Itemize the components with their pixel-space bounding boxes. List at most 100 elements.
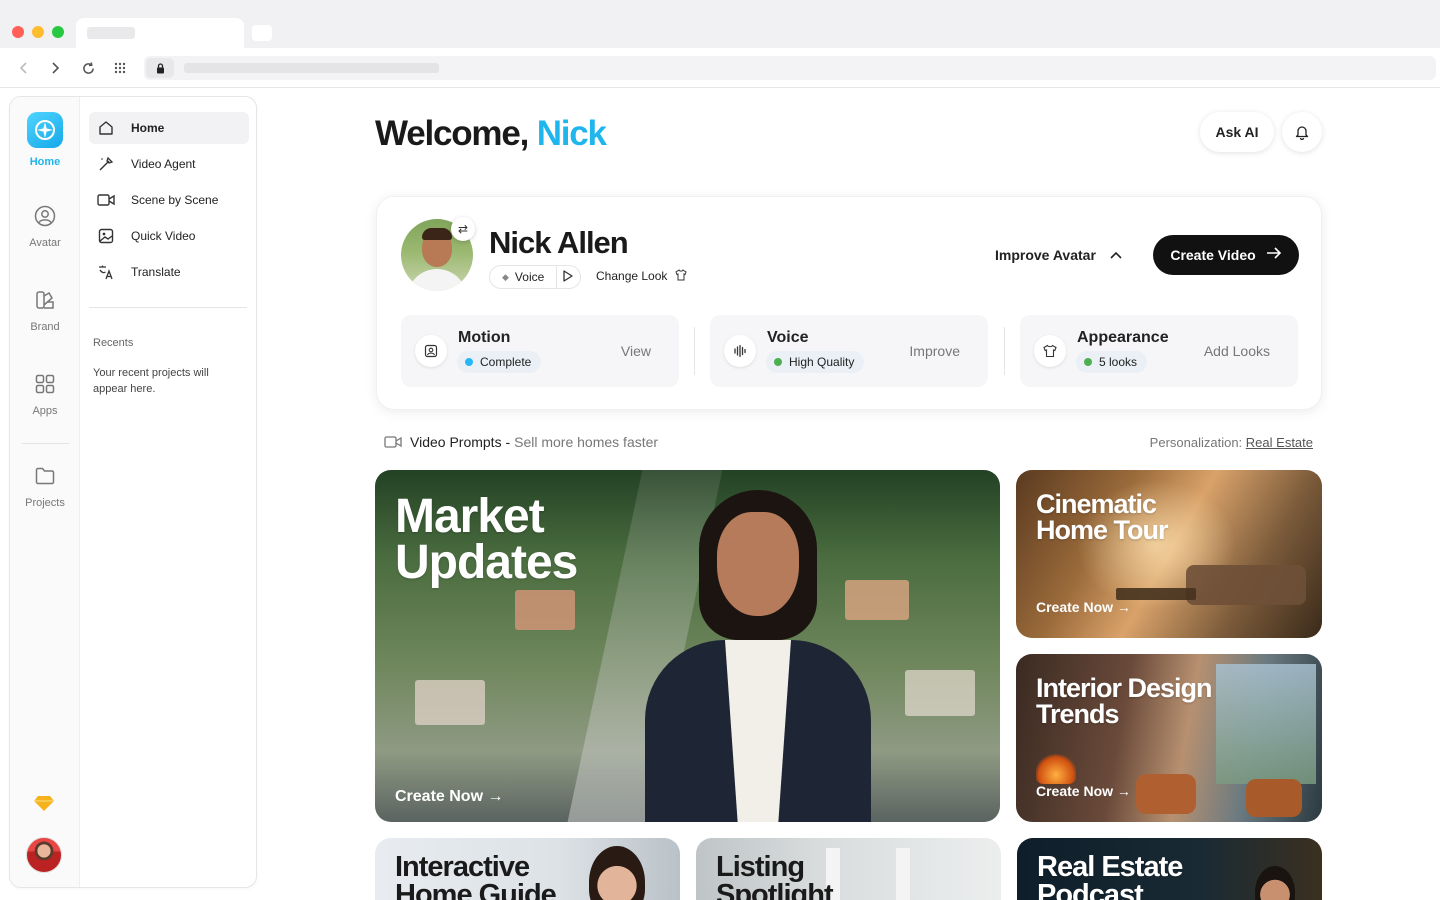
notifications-button[interactable] xyxy=(1282,112,1322,152)
stat-voice[interactable]: Voice High Quality Improve xyxy=(710,315,988,387)
play-icon[interactable] xyxy=(562,270,573,285)
tile-listing-spotlight[interactable]: Listing Spotlight xyxy=(696,838,1001,900)
rail-item-home[interactable]: Home xyxy=(10,112,80,168)
tile-title: Interior Design Trends xyxy=(1036,673,1213,729)
wand-icon xyxy=(97,155,115,173)
ask-ai-button[interactable]: Ask AI xyxy=(1200,112,1274,152)
maximize-window-button[interactable] xyxy=(52,26,64,38)
logo-icon xyxy=(27,112,63,148)
create-now-link[interactable]: Create Now → xyxy=(395,788,503,806)
audio-wave-icon xyxy=(724,335,756,367)
avatar-profile-card: ⇄ Nick Allen ◆ Voice Change Look Improve… xyxy=(376,196,1322,410)
swap-avatar-icon[interactable]: ⇄ xyxy=(451,217,475,241)
shirt-icon xyxy=(675,269,687,281)
stat-motion[interactable]: Motion Complete View xyxy=(401,315,679,387)
view-link[interactable]: View xyxy=(621,343,651,359)
video-camera-icon xyxy=(384,436,402,448)
menu-item-label: Video Agent xyxy=(131,157,196,171)
create-now-link[interactable]: Create Now → xyxy=(1036,599,1131,615)
rail-label: Apps xyxy=(32,405,58,417)
stat-divider xyxy=(694,327,695,375)
menu-item-label: Scene by Scene xyxy=(131,193,219,207)
voice-pill[interactable]: ◆ Voice xyxy=(489,265,581,289)
status-badge-text: Complete xyxy=(480,355,532,369)
rail-divider xyxy=(22,443,70,444)
apps-grid-icon[interactable] xyxy=(110,58,130,78)
add-looks-link[interactable]: Add Looks xyxy=(1204,343,1270,359)
icon-rail: Home Avatar Brand Apps Projects xyxy=(10,97,80,887)
bell-icon xyxy=(1295,126,1309,140)
reload-icon[interactable] xyxy=(78,58,98,78)
voice-label: Voice xyxy=(514,270,545,284)
tile-market-updates[interactable]: Market Updates Create Now → xyxy=(375,470,1000,822)
audio-wave-icon: ◆ xyxy=(502,271,509,282)
close-window-button[interactable] xyxy=(12,26,24,38)
welcome-prefix: Welcome, xyxy=(375,114,529,153)
app-window: Home Avatar Brand Apps Projects Home Vid… xyxy=(0,88,1440,900)
tile-title: Cinematic Home Tour xyxy=(1036,489,1168,545)
tile-title: Interactive Home Guide xyxy=(395,851,557,900)
personalization-link[interactable]: Real Estate xyxy=(1246,435,1313,450)
premium-gem-icon[interactable] xyxy=(34,795,54,811)
url-text xyxy=(184,63,439,73)
sidebar: Home Avatar Brand Apps Projects Home Vid… xyxy=(9,96,257,888)
create-video-button[interactable]: Create Video xyxy=(1153,235,1299,275)
tile-title: Real Estate Podcast xyxy=(1037,851,1183,900)
tile-interior-design-trends[interactable]: Interior Design Trends Create Now → xyxy=(1016,654,1322,822)
status-badge-text: High Quality xyxy=(789,355,855,369)
home-icon xyxy=(97,119,115,137)
menu-item-video-agent[interactable]: Video Agent xyxy=(89,148,249,180)
rail-item-avatar[interactable]: Avatar xyxy=(10,203,80,249)
create-now-link[interactable]: Create Now → xyxy=(1036,783,1131,799)
recents-empty-note: Your recent projects will appear here. xyxy=(93,367,209,395)
tile-interactive-home-guide[interactable]: Interactive Home Guide xyxy=(375,838,680,900)
image-icon xyxy=(97,227,115,245)
translate-icon xyxy=(97,263,115,281)
arrow-right-icon xyxy=(1266,246,1282,264)
menu-item-scene-by-scene[interactable]: Scene by Scene xyxy=(89,184,249,216)
welcome-name: Nick xyxy=(536,114,607,153)
improve-link[interactable]: Improve xyxy=(909,343,960,359)
menu-item-home[interactable]: Home xyxy=(89,112,249,144)
profile-name: Nick Allen xyxy=(489,225,629,260)
status-badge: Complete xyxy=(457,351,542,373)
recents-title: Recents xyxy=(93,337,134,349)
menu-item-translate[interactable]: Translate xyxy=(89,256,249,288)
lock-icon[interactable] xyxy=(146,58,174,78)
rail-item-apps[interactable]: Apps xyxy=(10,371,80,417)
rail-item-projects[interactable]: Projects xyxy=(10,463,80,509)
shirt-icon xyxy=(1034,335,1066,367)
menu-item-label: Quick Video xyxy=(131,229,196,243)
create-video-label: Create Video xyxy=(1170,247,1256,263)
tile-real-estate-podcast[interactable]: Real Estate Podcast xyxy=(1017,838,1322,900)
change-look-button[interactable]: Change Look xyxy=(596,269,687,283)
rail-label: Projects xyxy=(25,497,65,509)
change-look-label: Change Look xyxy=(596,269,668,283)
page-title: Welcome, Nick xyxy=(375,114,607,154)
improve-avatar-label: Improve Avatar xyxy=(995,247,1096,263)
new-tab-button[interactable] xyxy=(252,25,272,41)
chevron-up-icon xyxy=(1110,251,1122,259)
rail-label: Brand xyxy=(30,321,60,333)
minimize-window-button[interactable] xyxy=(32,26,44,38)
forward-icon[interactable] xyxy=(45,58,65,78)
menu-item-label: Home xyxy=(131,121,165,135)
rail-label: Avatar xyxy=(29,237,61,249)
prompts-title: Video Prompts - xyxy=(410,434,511,450)
avatar-icon xyxy=(32,203,58,229)
personalization: Personalization: Real Estate xyxy=(1150,435,1313,450)
tile-cinematic-home-tour[interactable]: Cinematic Home Tour Create Now → xyxy=(1016,470,1322,638)
improve-avatar-button[interactable]: Improve Avatar xyxy=(995,247,1122,263)
browser-tab-strip xyxy=(0,0,1440,48)
apps-grid-icon xyxy=(32,371,58,397)
back-icon[interactable] xyxy=(14,58,34,78)
folder-icon xyxy=(32,463,58,489)
user-avatar[interactable] xyxy=(26,837,62,873)
menu-item-quick-video[interactable]: Quick Video xyxy=(89,220,249,252)
personalization-label: Personalization: xyxy=(1149,435,1243,450)
stat-divider xyxy=(1004,327,1005,375)
brand-icon xyxy=(32,287,58,313)
status-badge: High Quality xyxy=(766,351,865,373)
stat-appearance[interactable]: Appearance 5 looks Add Looks xyxy=(1020,315,1298,387)
rail-item-brand[interactable]: Brand xyxy=(10,287,80,333)
